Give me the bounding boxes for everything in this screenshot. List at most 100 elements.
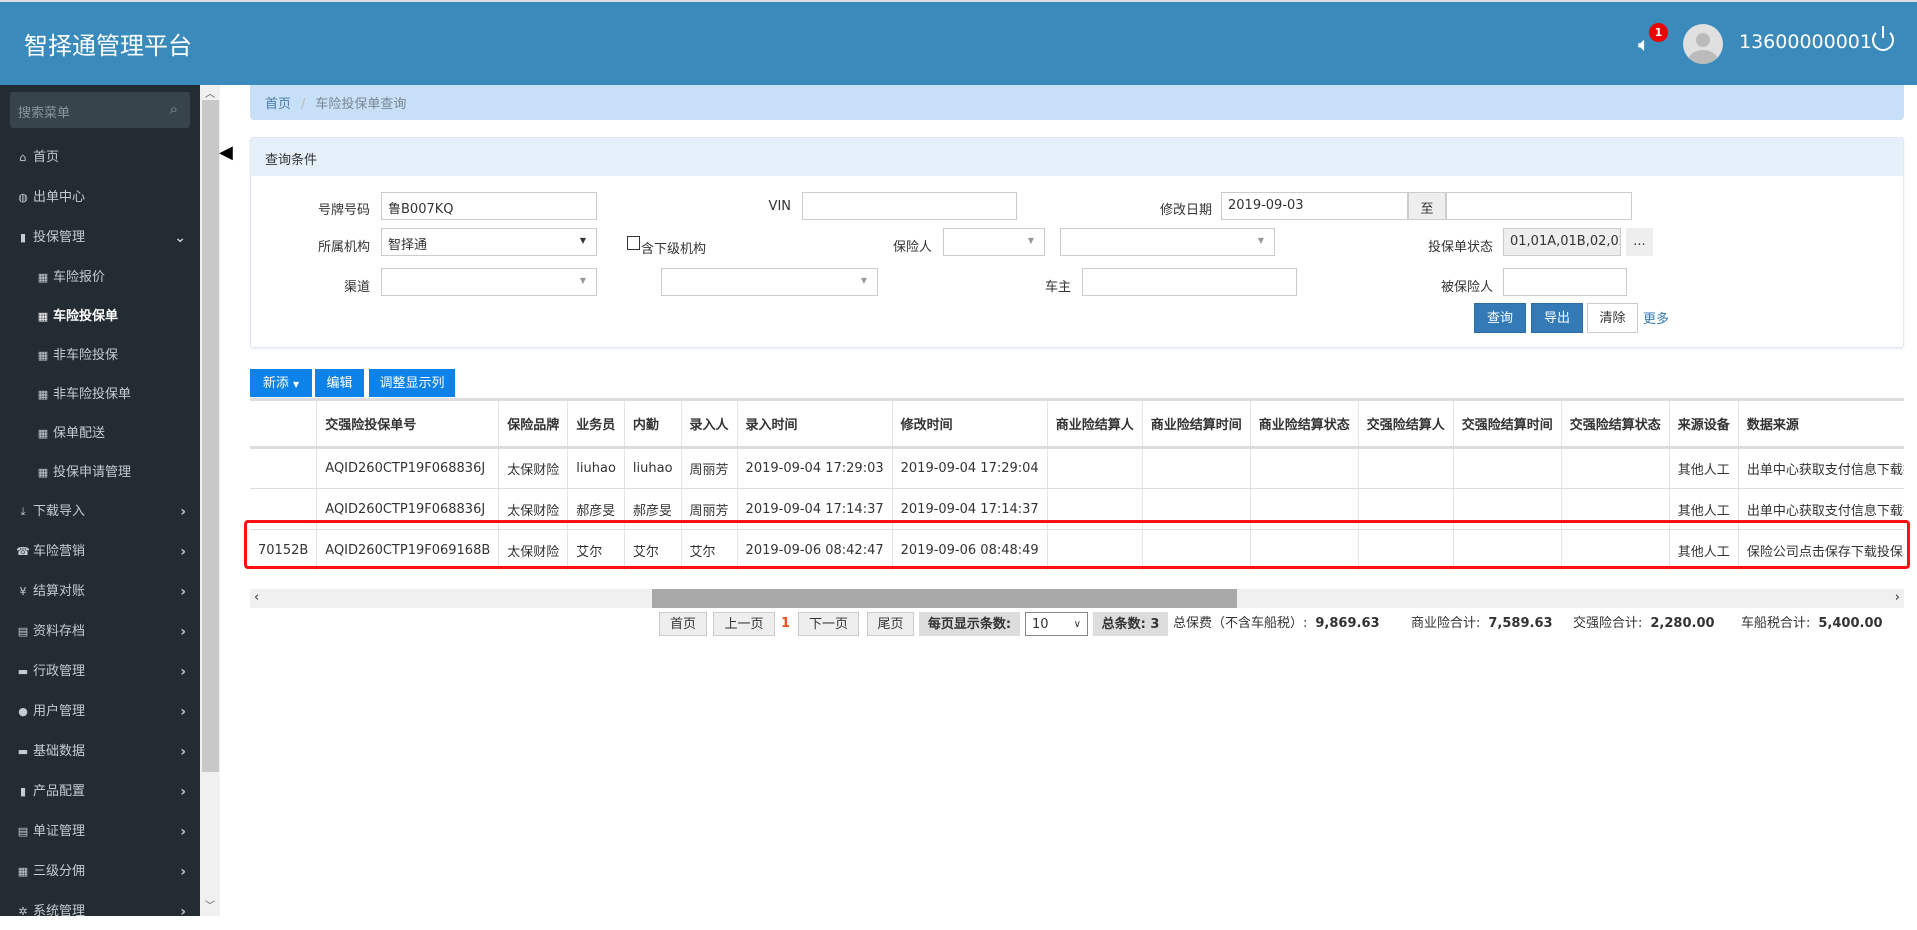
sidebar-item[interactable]: ▦ 非车险投保 xyxy=(0,338,200,374)
column-header[interactable]: 数据来源 xyxy=(1738,398,1904,449)
horizontal-scroll-thumb[interactable] xyxy=(652,589,1237,608)
top-header: 智择通管理平台 🔈︎ 1 13600000001 xyxy=(0,0,1917,85)
sidebar-item[interactable]: ¥ 结算对账 › xyxy=(0,574,200,610)
owner-input[interactable] xyxy=(1082,268,1297,296)
column-header[interactable]: 交强险投保单号 xyxy=(316,398,500,449)
scroll-left-icon[interactable]: ‹ xyxy=(254,590,259,605)
table-cell: AQID260CTP19F068836J xyxy=(316,447,500,489)
column-header[interactable]: 交强险结算状态 xyxy=(1561,398,1670,449)
sidebar-item-label: 首页 xyxy=(33,150,60,165)
edit-button[interactable]: 编辑 xyxy=(315,369,364,397)
adjust-columns-button[interactable]: 调整显示列 xyxy=(369,369,455,397)
column-header[interactable]: 录入时间 xyxy=(737,398,893,449)
plate-label: 号牌号码 xyxy=(317,203,370,218)
date-from-input[interactable]: 2019-09-03 xyxy=(1221,192,1408,220)
sidebar-item[interactable]: ◍ 出单中心 xyxy=(0,180,200,216)
sidebar-item[interactable]: ⤓ 下载导入 › xyxy=(0,494,200,530)
table-row[interactable]: AQID260CTP19F068836J 太保财险 liuhao liuhao 周丽芳 2… xyxy=(250,447,1904,489)
caret-down-icon: ▼ xyxy=(293,380,300,389)
breadcrumb-separator: / xyxy=(301,97,306,112)
more-link[interactable]: 更多 xyxy=(1643,308,1669,327)
search-button[interactable]: 查询 xyxy=(1474,303,1526,333)
date-to-label: 至 xyxy=(1408,192,1446,220)
sidebar-item[interactable]: ⌂ 首页 xyxy=(0,140,200,176)
scroll-up-icon[interactable]: ︿ xyxy=(200,85,220,100)
sidebar-item[interactable]: ▦ 车险投保单 xyxy=(0,299,200,335)
sidebar-item[interactable]: ● 用户管理 › xyxy=(0,694,200,730)
username[interactable]: 13600000001 xyxy=(1739,31,1872,53)
sidebar-item-label: 非车险投保单 xyxy=(53,387,132,402)
status-input[interactable]: 01,01A,01B,02,02 xyxy=(1503,228,1621,256)
column-header[interactable]: 商业险结算状态 xyxy=(1250,398,1359,449)
channel-select[interactable] xyxy=(381,268,597,296)
column-header[interactable]: 来源设备 xyxy=(1669,398,1739,449)
sidebar-item[interactable]: ▮ 投保管理 ⌄ xyxy=(0,220,200,256)
chevron-right-icon: › xyxy=(180,664,186,680)
sidebar-item[interactable]: ▦ 投保申请管理 xyxy=(0,455,200,491)
column-header[interactable]: 修改时间 xyxy=(892,398,1048,449)
avatar[interactable] xyxy=(1683,24,1723,64)
grid-icon: ▦ xyxy=(37,271,49,284)
insurer-branch-select[interactable] xyxy=(1060,228,1275,256)
sidebar-item[interactable]: ▤ 资料存档 › xyxy=(0,614,200,650)
column-header[interactable]: 保险品牌 xyxy=(498,398,569,449)
org-select[interactable]: 智择通 xyxy=(381,228,597,256)
speaker-icon[interactable]: 🔈︎ xyxy=(1638,32,1650,56)
sub-channel-select[interactable] xyxy=(661,268,878,296)
chevron-down-icon: ⌄ xyxy=(174,230,186,246)
sidebar-item[interactable]: ▮ 产品配置 › xyxy=(0,774,200,810)
sidebar-item-label: 资料存档 xyxy=(33,624,86,639)
sidebar-item-label: 结算对账 xyxy=(33,584,86,599)
sidebar-item[interactable]: ▦ 非车险投保单 xyxy=(0,377,200,413)
last-page-button[interactable]: 尾页 xyxy=(867,612,914,636)
sub-org-checkbox[interactable] xyxy=(627,236,640,250)
next-page-button[interactable]: 下一页 xyxy=(798,612,859,636)
breadcrumb-current: 车险投保单查询 xyxy=(315,97,407,112)
menu-search-input[interactable]: 搜索菜单 ⌕ xyxy=(10,92,190,128)
sidebar-item[interactable]: ▦ 三级分佣 › xyxy=(0,854,200,890)
insured-input[interactable] xyxy=(1503,268,1627,296)
chevron-right-icon: › xyxy=(180,584,186,600)
sidebar-item[interactable]: ▦ 保单配送 xyxy=(0,416,200,452)
horizontal-scrollbar[interactable]: ‹ › xyxy=(250,589,1904,608)
sidebar-item-label: 投保申请管理 xyxy=(53,465,132,480)
scroll-down-icon[interactable]: ﹀ xyxy=(200,897,220,912)
column-header[interactable]: 业务员 xyxy=(567,398,625,449)
scroll-right-icon[interactable]: › xyxy=(1895,590,1900,605)
plate-input[interactable]: 鲁B007KQ xyxy=(381,192,597,220)
table-cell: 其他人工 xyxy=(1669,447,1739,489)
sidebar-item[interactable]: ✲ 系统管理 › xyxy=(0,894,200,930)
search-icon: ⌕ xyxy=(169,100,178,118)
column-header[interactable]: 交强险结算人 xyxy=(1358,398,1454,449)
grid-icon: ▦ xyxy=(37,427,49,440)
export-button[interactable]: 导出 xyxy=(1531,303,1583,333)
page-size-select[interactable]: 10 ∨ xyxy=(1025,612,1088,636)
sidebar-scroll-thumb[interactable] xyxy=(202,100,219,772)
column-header[interactable]: 商业险结算人 xyxy=(1047,398,1143,449)
power-icon[interactable] xyxy=(1872,26,1894,51)
collapse-sidebar-icon[interactable]: ◀ xyxy=(219,142,233,163)
chevron-right-icon: › xyxy=(180,824,186,840)
vin-input[interactable] xyxy=(802,192,1017,220)
add-button[interactable]: 新添 ▼ xyxy=(250,369,312,397)
sidebar-item[interactable]: ▬ 基础数据 › xyxy=(0,734,200,770)
date-to-input[interactable] xyxy=(1446,192,1632,220)
first-page-button[interactable]: 首页 xyxy=(659,612,707,636)
sidebar-item[interactable]: ☎ 车险营销 › xyxy=(0,534,200,570)
insurer-select[interactable] xyxy=(943,228,1045,256)
column-header[interactable]: 商业险结算时间 xyxy=(1142,398,1251,449)
clear-button[interactable]: 清除 xyxy=(1587,303,1638,333)
sidebar-item[interactable]: ▦ 车险报价 xyxy=(0,260,200,296)
column-header[interactable] xyxy=(250,398,318,449)
sidebar-item[interactable]: ▤ 单证管理 › xyxy=(0,814,200,850)
commercial-label: 商业险合计: xyxy=(1411,616,1481,631)
sidebar-item[interactable]: ▬ 行政管理 › xyxy=(0,654,200,690)
status-more-button[interactable]: ... xyxy=(1626,228,1653,256)
sidebar-item-label: 车险投保单 xyxy=(53,309,119,324)
prev-page-button[interactable]: 上一页 xyxy=(713,612,775,636)
channel-label: 渠道 xyxy=(343,280,370,295)
column-header[interactable]: 录入人 xyxy=(681,398,738,449)
breadcrumb-home[interactable]: 首页 xyxy=(265,97,291,112)
column-header[interactable]: 交强险结算时间 xyxy=(1453,398,1562,449)
column-header[interactable]: 内勤 xyxy=(624,398,682,449)
